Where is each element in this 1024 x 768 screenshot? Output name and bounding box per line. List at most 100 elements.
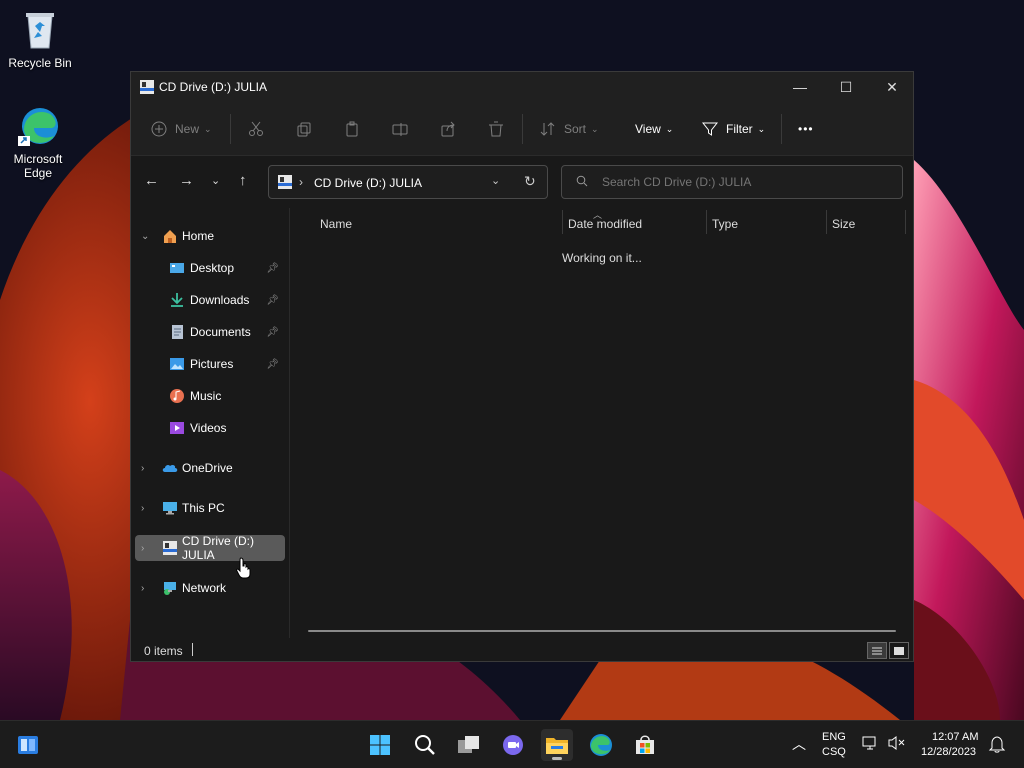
large-icons-view-button[interactable] <box>889 642 909 659</box>
store-button[interactable] <box>629 729 661 761</box>
search-taskbar-button[interactable] <box>409 729 441 761</box>
recycle-bin-desktop-icon[interactable]: Recycle Bin <box>0 8 80 70</box>
cut-button[interactable] <box>248 116 264 142</box>
edge-taskbar-button[interactable] <box>585 729 617 761</box>
back-button[interactable]: ← <box>144 172 159 189</box>
this-pc-icon <box>162 500 178 516</box>
title-bar[interactable]: CD Drive (D:) JULIA — ☐ ✕ <box>131 72 913 102</box>
show-hidden-icons-button[interactable]: ︿ <box>792 734 806 754</box>
clock-time[interactable]: 12:07 AM <box>932 731 978 743</box>
filter-icon <box>702 122 718 136</box>
toolbar-divider <box>230 114 231 144</box>
chat-button[interactable] <box>497 729 529 761</box>
paste-button[interactable] <box>344 116 360 142</box>
sort-button[interactable]: Sort ⌄ <box>540 116 599 142</box>
cut-icon <box>249 121 263 136</box>
start-button[interactable] <box>364 729 396 761</box>
nav-item-downloads[interactable]: Downloads 📌︎ <box>135 287 285 313</box>
nav-label: Downloads <box>190 293 250 307</box>
refresh-button[interactable]: ↻ <box>524 173 536 190</box>
chevron-down-icon: ⌄ <box>141 230 150 242</box>
see-more-button[interactable]: ••• <box>798 116 814 142</box>
column-divider[interactable] <box>905 210 906 234</box>
add-circle-icon <box>151 121 167 137</box>
column-date-modified[interactable]: Date modified <box>568 217 642 231</box>
search-box[interactable] <box>561 165 903 199</box>
onedrive-icon <box>162 460 178 476</box>
nav-item-music[interactable]: Music <box>135 383 285 409</box>
column-size[interactable]: Size <box>832 217 855 231</box>
pin-icon: 📌︎ <box>266 262 279 274</box>
share-icon <box>441 121 455 137</box>
share-button[interactable] <box>440 116 456 142</box>
chevron-right-icon: › <box>141 502 145 514</box>
copy-icon <box>297 122 311 137</box>
nav-item-home[interactable]: ⌄ Home <box>135 223 285 249</box>
nav-item-network[interactable]: › Network <box>135 575 285 601</box>
nav-item-videos[interactable]: Videos <box>135 415 285 441</box>
file-explorer-taskbar-button[interactable] <box>541 729 573 761</box>
column-divider[interactable] <box>562 210 563 234</box>
close-button[interactable]: ✕ <box>869 72 915 102</box>
clock-date[interactable]: 12/28/2023 <box>921 746 976 758</box>
nav-item-pictures[interactable]: Pictures 📌︎ <box>135 351 285 377</box>
horizontal-scrollbar[interactable] <box>308 630 896 632</box>
nav-item-desktop[interactable]: Desktop 📌︎ <box>135 255 285 281</box>
up-button[interactable]: ↑ <box>239 172 247 189</box>
filter-button[interactable]: Filter ⌄ <box>702 116 765 142</box>
volume-muted-icon <box>888 736 905 750</box>
column-type[interactable]: Type <box>712 217 738 231</box>
window-title: CD Drive (D:) JULIA <box>159 80 268 94</box>
pane-divider[interactable] <box>289 208 290 638</box>
address-history-dropdown[interactable]: ⌄ <box>491 174 500 187</box>
details-view-icon <box>872 647 882 654</box>
arrow-left-icon: ← <box>144 172 159 189</box>
nav-item-this-pc[interactable]: › This PC <box>135 495 285 521</box>
minimize-button[interactable]: — <box>777 72 823 102</box>
language-indicator[interactable]: ENG <box>822 731 846 743</box>
nav-label: Videos <box>190 421 227 435</box>
forward-button[interactable]: → <box>179 172 194 189</box>
arrow-up-icon: ↑ <box>239 172 247 189</box>
network-status-button[interactable] <box>862 735 880 754</box>
nav-label: CD Drive (D:) JULIA <box>182 534 254 562</box>
filter-label: Filter <box>726 122 753 136</box>
search-input[interactable] <box>600 174 894 190</box>
trash-icon <box>489 121 503 137</box>
rename-icon <box>392 123 408 136</box>
view-button[interactable]: View ⌄ <box>635 116 673 142</box>
volume-button[interactable] <box>888 735 906 754</box>
nav-label: Music <box>190 389 222 403</box>
widgets-button[interactable] <box>12 729 44 761</box>
chevron-up-icon: ︿ <box>792 736 806 752</box>
breadcrumb-current[interactable]: CD Drive (D:) JULIA <box>314 176 422 190</box>
address-bar[interactable]: › CD Drive (D:) JULIA ⌄ ↻ <box>268 165 548 199</box>
maximize-icon: ☐ <box>839 78 853 95</box>
chevron-down-icon: ⌄ <box>665 123 674 134</box>
input-method-indicator[interactable]: CSQ <box>822 746 846 758</box>
nav-item-documents[interactable]: Documents 📌︎ <box>135 319 285 345</box>
new-button[interactable]: New ⌄ <box>151 116 212 142</box>
details-view-button[interactable] <box>867 642 887 659</box>
column-name[interactable]: Name <box>320 217 352 231</box>
nav-label: Network <box>182 581 227 595</box>
more-icon: ••• <box>798 122 814 136</box>
notifications-button[interactable] <box>988 735 1006 756</box>
copy-button[interactable] <box>296 116 312 142</box>
nav-item-onedrive[interactable]: › OneDrive <box>135 455 285 481</box>
nav-item-cd-drive[interactable]: › CD Drive (D:) JULIA <box>135 534 285 562</box>
column-divider[interactable] <box>826 210 827 234</box>
chevron-right-icon: › <box>141 462 145 474</box>
column-divider[interactable] <box>706 210 707 234</box>
cd-drive-icon <box>139 79 155 98</box>
edge-desktop-icon[interactable]: Microsoft Edge <box>0 104 78 180</box>
maximize-button[interactable]: ☐ <box>823 72 869 102</box>
column-headers: ︿ Name Date modified Type Size <box>291 208 911 238</box>
recent-locations-button[interactable]: ⌄ <box>211 174 220 187</box>
task-view-button[interactable] <box>453 729 485 761</box>
delete-button[interactable] <box>488 116 504 142</box>
close-icon: ✕ <box>886 78 898 95</box>
breadcrumb-separator-icon: › <box>299 175 303 189</box>
rename-button[interactable] <box>392 116 408 142</box>
taskbar: ︿ ENG CSQ 12:07 AM 12/28/2023 <box>0 720 1024 768</box>
